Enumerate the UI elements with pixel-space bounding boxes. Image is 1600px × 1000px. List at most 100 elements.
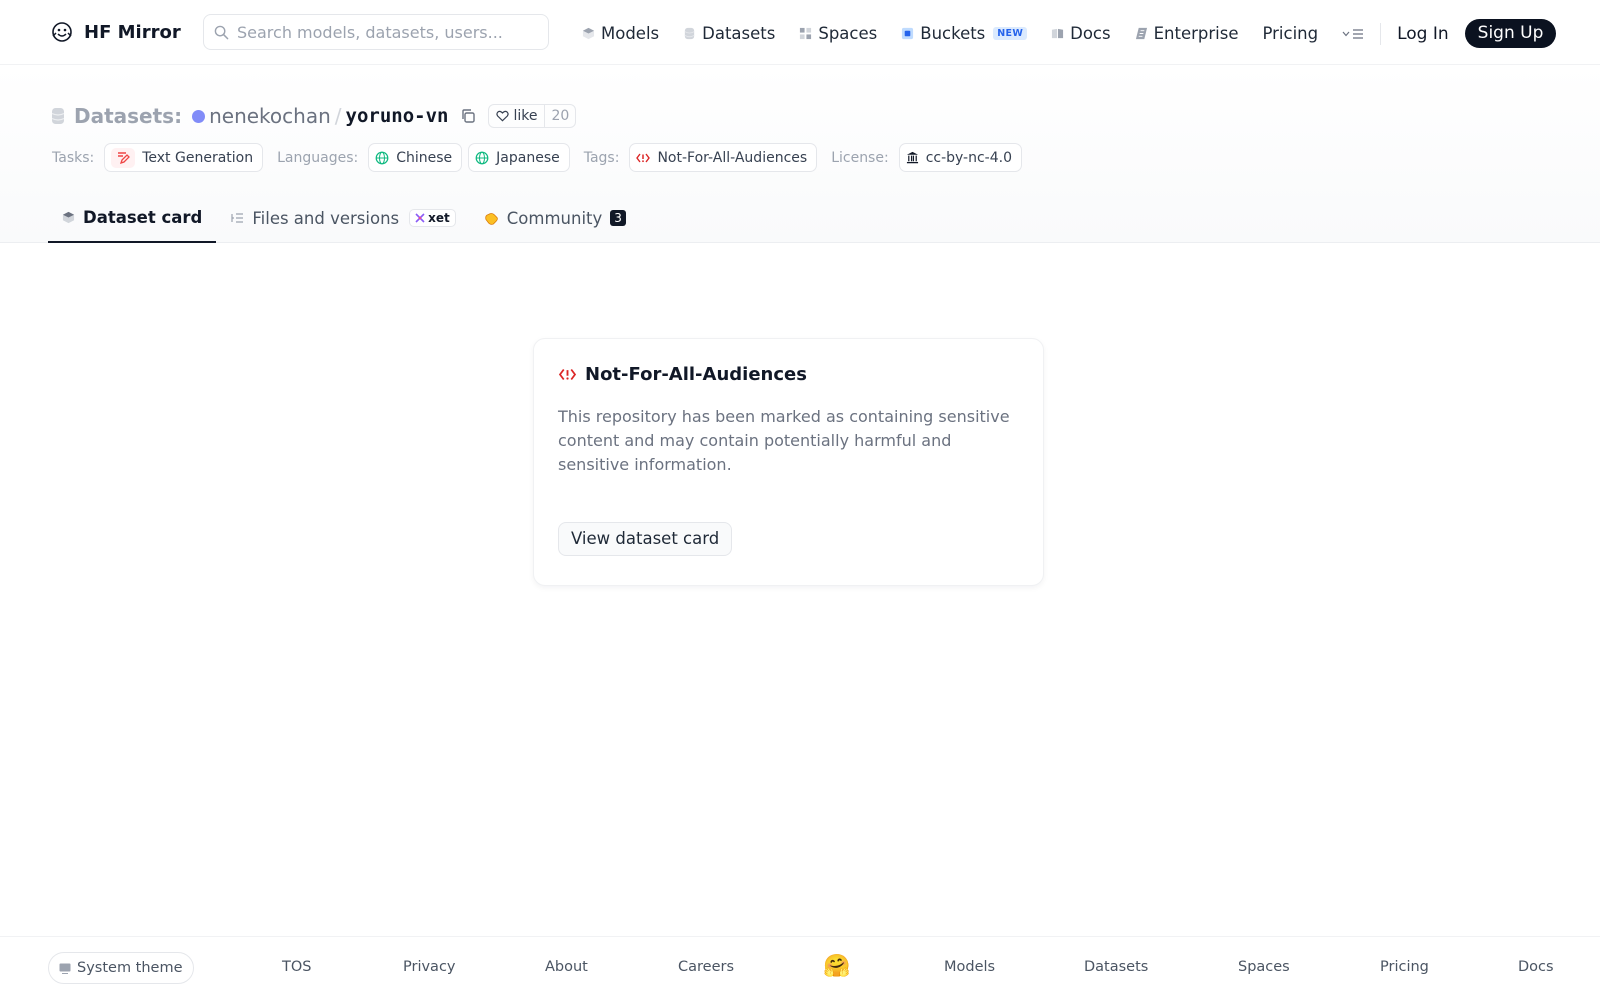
more-menu-button[interactable] [1342,28,1364,39]
repo-type-label: Datasets: [74,104,183,128]
footer-link-tos[interactable]: TOS [282,959,311,975]
dataset-card-icon [62,211,75,223]
search-input[interactable] [237,22,537,42]
nsfw-warning-icon [558,368,577,381]
nav-enterprise-label: Enterprise [1153,24,1239,43]
nsfw-warning-card: Not-For-All-Audiences This repository ha… [533,338,1044,586]
nav-buckets-label: Buckets [920,24,986,43]
warning-title: Not-For-All-Audiences [558,364,1019,385]
nav-datasets-label: Datasets [702,24,776,43]
footer-link-spaces[interactable]: Spaces [1238,959,1290,975]
tag-language-chinese[interactable]: Chinese [368,143,463,172]
tab-files-label: Files and versions [252,208,400,228]
copy-icon[interactable] [460,108,476,124]
owner-avatar [192,109,206,123]
nav-enterprise[interactable]: Enterprise [1135,24,1239,43]
hugging-face-emoji: 🤗 [823,954,851,979]
repo-tabs: Dataset card Files and versions xet Comm… [48,193,640,243]
nav-models[interactable]: Models [582,24,659,43]
community-count-badge: 3 [610,210,626,226]
xet-badge: xet [409,209,456,227]
nav-spaces-label: Spaces [818,24,878,43]
community-icon [485,212,498,225]
warning-message: This repository has been marked as conta… [558,407,1010,474]
repo-separator: / [334,104,342,128]
tag-license[interactable]: cc-by-nc-4.0 [898,143,1022,172]
footer-link-pricing[interactable]: Pricing [1380,959,1429,975]
brand-link[interactable]: HF Mirror [50,20,181,44]
footer-link-privacy[interactable]: Privacy [403,959,456,975]
database-icon [52,108,64,124]
search-icon [214,25,229,39]
repo-title: Datasets: nenekochan / yoruno-vn like 20 [52,104,577,128]
repo-owner-link[interactable]: nenekochan [209,104,331,128]
new-badge: NEW [993,27,1028,40]
enterprise-icon [1135,27,1147,40]
footer-link-docs[interactable]: Docs [1518,959,1554,975]
cube-icon [582,27,595,40]
like-widget: like 20 [488,104,577,128]
nav-datasets[interactable]: Datasets [683,24,775,43]
nav-pricing-label: Pricing [1262,24,1319,43]
signup-button[interactable]: Sign Up [1464,19,1557,48]
globe-icon [475,151,489,164]
tag-nsfw[interactable]: Not-For-All-Audiences [629,143,818,172]
footer-link-about[interactable]: About [545,959,588,975]
database-icon [684,27,695,40]
tag-license-label: cc-by-nc-4.0 [925,149,1012,166]
footer: System theme TOS Privacy About Careers 🤗… [0,936,1600,1000]
repo-tags: Tasks: Text Generation Languages: Chines… [52,143,1036,172]
theme-toggle-button[interactable]: System theme [48,952,194,984]
nav-docs-label: Docs [1070,24,1111,43]
tags-label: Tags: [583,149,620,166]
view-dataset-card-button[interactable]: View dataset card [558,522,733,556]
repo-name-link[interactable]: yoruno-vn [346,105,449,127]
tasks-label: Tasks: [52,149,95,166]
languages-label: Languages: [277,149,359,166]
spaces-grid-icon [800,27,812,40]
xet-label: xet [428,211,450,225]
xet-icon [415,213,425,223]
top-navbar: HF Mirror Models Datasets Spaces Buckets… [0,0,1600,65]
theme-label: System theme [77,960,183,976]
nsfw-warning-icon [636,153,651,162]
like-count[interactable]: 20 [544,105,575,127]
tag-language-japanese[interactable]: Japanese [468,143,570,172]
repo-header: Datasets: nenekochan / yoruno-vn like 20… [0,65,1600,243]
menu-lines-icon [1353,28,1364,39]
book-icon [1052,28,1064,39]
nav-buckets[interactable]: Buckets NEW [901,24,1028,43]
text-generation-icon [111,147,136,168]
login-button[interactable]: Log In [1397,24,1449,44]
tag-nsfw-label: Not-For-All-Audiences [657,149,808,166]
footer-link-careers[interactable]: Careers [678,959,734,975]
like-button[interactable]: like [489,108,544,124]
files-tree-icon [231,213,244,223]
heart-icon [496,110,510,122]
tab-community-label: Community [506,208,603,228]
license-icon [906,151,918,164]
tab-dataset-card[interactable]: Dataset card [48,193,217,243]
nav-docs[interactable]: Docs [1051,24,1111,43]
hf-logo-icon [52,22,72,42]
like-label: like [513,108,538,124]
tag-language-label: Japanese [496,149,560,166]
nav-models-label: Models [601,24,660,43]
tag-task-label: Text Generation [142,149,254,166]
tab-dataset-card-label: Dataset card [83,207,203,227]
nav-divider [1380,22,1382,45]
footer-link-datasets[interactable]: Datasets [1084,959,1148,975]
monitor-icon [59,963,71,974]
tag-task[interactable]: Text Generation [104,143,264,172]
search-box[interactable] [203,14,549,50]
brand-name: HF Mirror [84,21,181,43]
tag-language-label: Chinese [396,149,453,166]
tab-community[interactable]: Community 3 [470,193,640,243]
footer-link-models[interactable]: Models [944,959,995,975]
nav-spaces[interactable]: Spaces [799,24,877,43]
tab-files-and-versions[interactable]: Files and versions xet [216,193,469,243]
main-nav: Models Datasets Spaces Buckets NEW Docs … [582,19,1557,48]
nav-pricing[interactable]: Pricing [1262,24,1318,43]
chevron-down-icon [1342,31,1350,36]
license-label: License: [831,149,889,166]
